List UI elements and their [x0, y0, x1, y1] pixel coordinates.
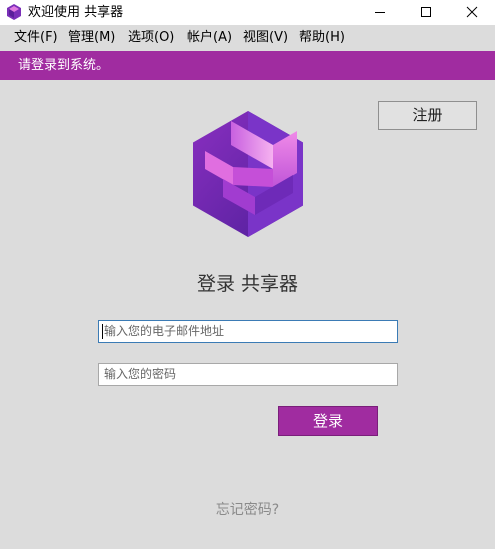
- email-field[interactable]: 输入您的电子邮件地址: [98, 320, 398, 343]
- maximize-icon: [421, 7, 431, 17]
- close-icon: [466, 6, 478, 18]
- menu-help[interactable]: 帮助(H): [299, 30, 345, 46]
- hexagon-logo-icon: [193, 111, 303, 237]
- password-field[interactable]: 输入您的密码: [98, 363, 398, 386]
- close-button[interactable]: [449, 0, 495, 25]
- status-banner: 请登录到系统。: [0, 51, 495, 80]
- menu-options[interactable]: 选项(O): [128, 30, 174, 46]
- minimize-button[interactable]: [357, 0, 403, 25]
- minimize-icon: [375, 12, 385, 13]
- window-title: 欢迎使用 共享器: [28, 5, 124, 20]
- login-title: 登录 共享器: [196, 273, 299, 295]
- email-placeholder: 输入您的电子邮件地址: [104, 324, 225, 338]
- app-logo-icon: [7, 4, 21, 20]
- menu-view[interactable]: 视图(V): [243, 30, 288, 46]
- login-button[interactable]: 登录: [278, 406, 378, 436]
- text-caret: [102, 324, 103, 339]
- banner-text: 请登录到系统。: [18, 58, 110, 73]
- login-window: 欢迎使用 共享器 文件(F) 管理(M) 选项(O) 帐户(A) 视图(V) 帮…: [0, 0, 495, 549]
- menu-bar: 文件(F) 管理(M) 选项(O) 帐户(A) 视图(V) 帮助(H): [0, 25, 495, 50]
- title-bar[interactable]: 欢迎使用 共享器: [0, 0, 495, 25]
- register-button[interactable]: 注册: [378, 101, 477, 130]
- password-placeholder: 输入您的密码: [104, 367, 177, 381]
- menu-manage[interactable]: 管理(M): [68, 30, 115, 46]
- menu-account[interactable]: 帐户(A): [187, 30, 232, 46]
- forgot-password-link[interactable]: 忘记密码?: [0, 501, 495, 519]
- maximize-button[interactable]: [403, 0, 449, 25]
- menu-file[interactable]: 文件(F): [14, 30, 58, 46]
